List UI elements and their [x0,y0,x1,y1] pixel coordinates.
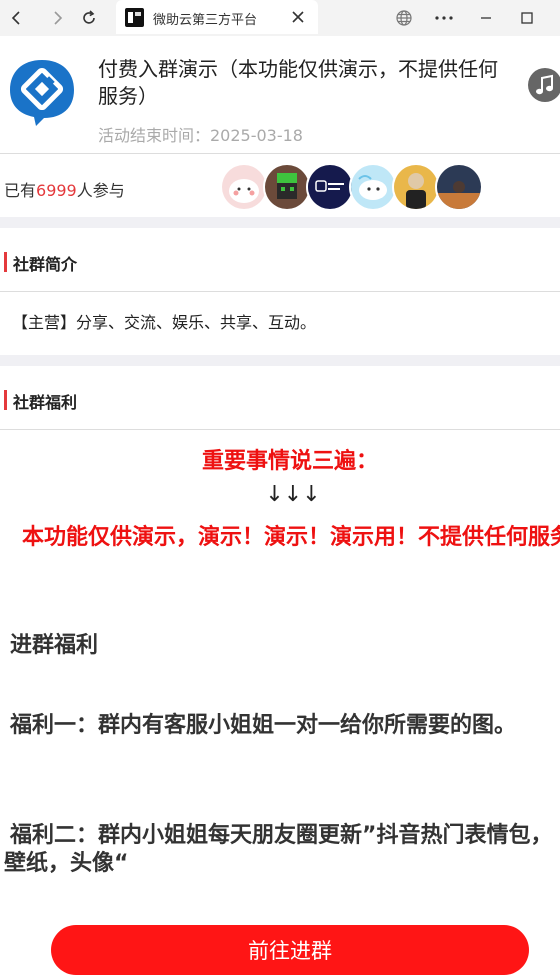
participant-count: 已有6999人参与 [4,177,125,201]
benefit-one: 福利一：群内有客服小姐姐一对一给你所需要的图。 [10,713,517,738]
section-divider [0,217,560,228]
demo-disclaimer: 本功能仅供演示，演示！演示！演示用！不提供任何服务 [21,525,560,550]
section-accent-bar [4,252,7,272]
browser-tab[interactable]: 微助云第三方平台 [116,0,318,34]
minimize-icon[interactable] [474,6,498,30]
avatar [392,163,440,211]
tab-title: 微助云第三方平台 [153,13,258,28]
activity-header: 付费入群演示（本功能仅供演示，不提供任何服务） 活动结束时间：2025-03-1… [0,40,560,154]
close-icon[interactable] [289,8,307,26]
section-divider [0,355,560,366]
benefits-heading: 社群福利 [13,393,78,412]
intro-text: 【主营】分享、交流、娱乐、共享、互动。 [12,313,317,332]
benefits-section-header: 社群福利 [0,366,560,430]
avatar [349,163,397,211]
participant-prefix: 已有 [4,181,37,200]
important-notice: 重要事情说三遍： [201,449,378,474]
browser-toolbar: 微助云第三方平台 [0,0,560,36]
join-benefits-title: 进群福利 [10,633,99,658]
avatar [220,163,268,211]
avatar [435,163,483,211]
intro-heading: 社群简介 [13,255,78,274]
join-group-button[interactable]: 前往进群 [51,925,529,975]
avatar [306,163,354,211]
section-accent-bar [4,390,7,410]
participants-row: 已有6999人参与 [0,155,560,217]
down-arrows: ↓↓↓ [265,482,321,507]
site-favicon-icon [125,8,144,27]
participant-suffix: 人参与 [76,181,125,200]
intro-section-header: 社群简介 [0,228,560,292]
maximize-icon[interactable] [515,6,539,30]
music-note-icon[interactable] [528,68,560,102]
refresh-icon[interactable] [77,6,101,30]
back-icon[interactable] [5,6,29,30]
more-icon[interactable] [432,6,456,30]
page-title: 付费入群演示（本功能仅供演示，不提供任何服务） [98,57,498,108]
benefit-two: 福利二：群内小姐姐每天朋友圈更新”抖音热门表情包，壁纸，头像“ [4,823,553,876]
globe-icon[interactable] [392,6,416,30]
forward-icon[interactable] [45,6,69,30]
participant-number: 6999 [36,181,77,200]
end-time-label: 活动结束时间：2025-03-18 [98,126,303,145]
app-logo-icon [6,56,78,128]
avatar [263,163,311,211]
